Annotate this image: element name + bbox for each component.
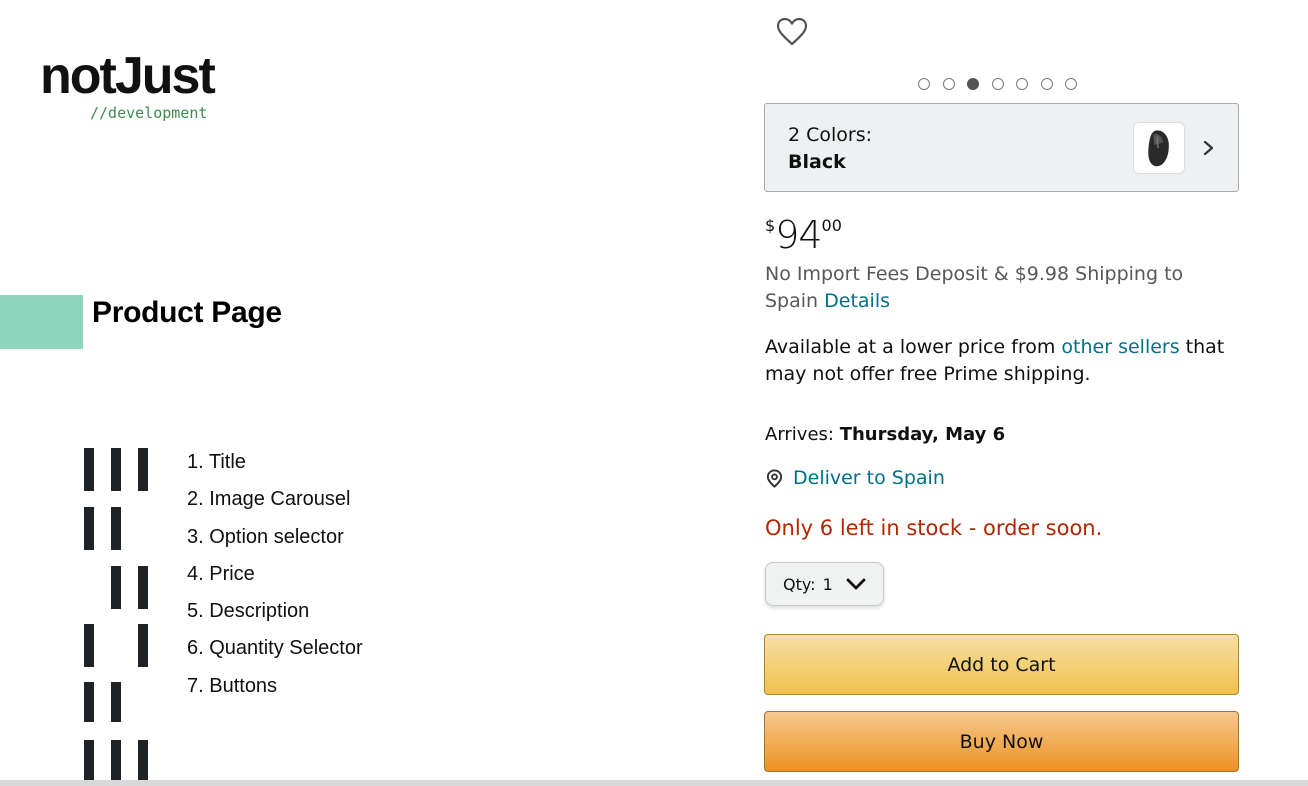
logo-wordmark: notJust: [40, 47, 216, 105]
product-price: $9400: [765, 213, 842, 257]
other-sellers-link[interactable]: other sellers: [1061, 336, 1179, 358]
decorative-bar: [111, 740, 121, 780]
image-carousel-indicator: [918, 78, 1077, 90]
decorative-bar: [84, 624, 94, 667]
quantity-label: Qty:: [783, 574, 816, 594]
decorative-bar: [84, 507, 94, 550]
chevron-down-icon: [846, 578, 866, 590]
decorative-bar: [111, 448, 121, 491]
outline-item: 6. Quantity Selector: [187, 637, 363, 660]
color-count-label: 2 Colors:: [788, 124, 873, 146]
availability-text-before: Available at a lower price from: [765, 336, 1062, 358]
stock-warning: Only 6 left in stock - order soon.: [765, 516, 1103, 540]
carousel-dot[interactable]: [918, 78, 930, 90]
decorative-bar: [84, 682, 94, 722]
section-title: Product Page: [92, 296, 282, 329]
carousel-dot[interactable]: [967, 78, 979, 90]
outline-item: 5. Description: [187, 600, 310, 623]
carousel-dot[interactable]: [1065, 78, 1077, 90]
outline-item: 3. Option selector: [187, 525, 344, 548]
accent-block: [0, 295, 83, 349]
carousel-dot[interactable]: [1040, 78, 1053, 90]
outline-item: 2. Image Carousel: [187, 488, 351, 511]
price-fraction: 00: [821, 216, 842, 235]
decorative-bar: [84, 448, 94, 491]
decorative-bar: [138, 624, 148, 667]
bottom-divider: [0, 780, 1308, 786]
outline-item: 7. Buttons: [187, 674, 278, 697]
arrival-info: Arrives: Thursday, May 6: [765, 424, 1005, 445]
mouse-icon[interactable]: [1133, 122, 1185, 174]
availability-info: Available at a lower price from other se…: [765, 334, 1235, 388]
carousel-dot[interactable]: [942, 78, 955, 90]
decorative-bar: [111, 507, 121, 550]
buy-now-button[interactable]: Buy Now: [764, 711, 1239, 772]
price-currency: $: [765, 216, 776, 235]
carousel-dot[interactable]: [1016, 78, 1028, 90]
decorative-bar: [84, 740, 94, 780]
chevron-right-icon: [1203, 140, 1214, 156]
decorative-bar: [111, 566, 121, 609]
quantity-value: 1: [822, 574, 833, 594]
quantity-selector[interactable]: Qty: 1: [765, 562, 884, 606]
selected-color: Black: [788, 151, 846, 173]
decorative-bar: [138, 448, 148, 491]
decorative-bar: [138, 566, 148, 609]
decorative-bars: [84, 448, 154, 783]
deliver-to-location[interactable]: Deliver to Spain: [765, 467, 945, 489]
brand-logo: notJust //development: [40, 47, 216, 122]
add-to-cart-button[interactable]: Add to Cart: [764, 634, 1239, 695]
arrives-label: Arrives:: [765, 424, 840, 445]
outline-item: 4. Price: [187, 562, 255, 585]
price-whole: 94: [775, 213, 822, 257]
arrival-date: Thursday, May 6: [839, 424, 1006, 445]
location-pin-icon: [766, 468, 783, 488]
shipping-info: No Import Fees Deposit & $9.98 Shipping …: [765, 261, 1215, 315]
heart-outline-icon[interactable]: [776, 16, 808, 48]
decorative-bar: [111, 682, 121, 722]
logo-tagline: //development: [90, 104, 208, 122]
carousel-dot[interactable]: [991, 78, 1004, 90]
outline-item: 1. Title: [187, 451, 246, 473]
decorative-bar: [138, 740, 148, 780]
color-option-selector[interactable]: 2 Colors: Black: [764, 103, 1239, 192]
deliver-to-link[interactable]: Deliver to Spain: [793, 467, 945, 489]
outline-list: 1. Title 2. Image Carousel 3. Option sel…: [187, 450, 363, 711]
shipping-details-link[interactable]: Details: [824, 290, 890, 312]
